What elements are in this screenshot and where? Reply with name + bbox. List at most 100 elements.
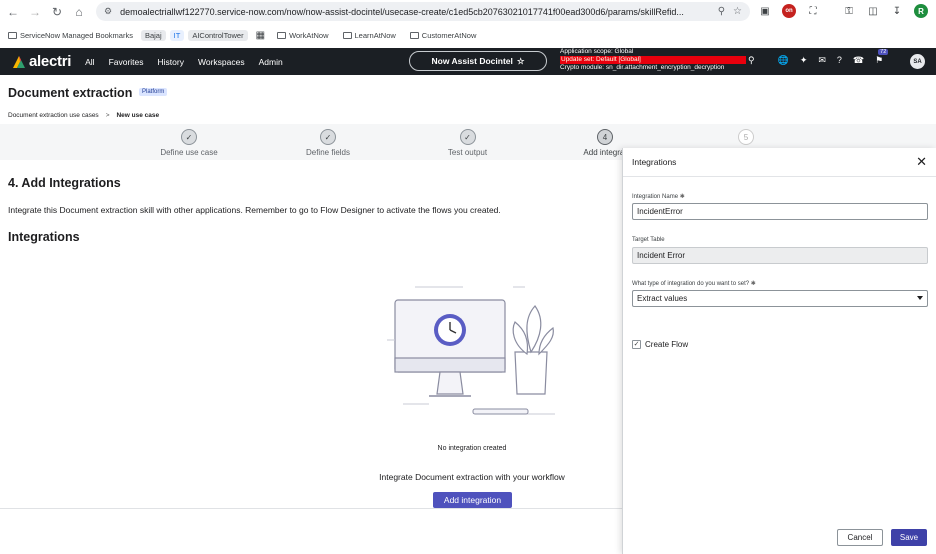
section-title: 4. Add Integrations [8, 176, 121, 190]
panel-title: Integrations [632, 157, 677, 167]
bookmark-customeratnow[interactable]: CustomerAtNow [409, 31, 476, 40]
integrations-panel: Integrations ✕ Integration Name ✱ Target… [622, 148, 936, 554]
main-menu: All Favorites History Workspaces Admin [85, 57, 283, 67]
caret-down-icon [917, 296, 923, 300]
divider [0, 508, 623, 509]
integration-name-input[interactable] [632, 203, 928, 220]
apps-grid-icon[interactable]: ▦ [256, 30, 265, 41]
url-text: demoalectriallwf122770.service-now.com/n… [120, 6, 684, 17]
notification-badge: 72 [878, 49, 889, 55]
menu-history[interactable]: History [158, 57, 184, 67]
notifications-icon[interactable]: ⚑ 72 [875, 49, 889, 66]
logo[interactable]: alectri [12, 53, 71, 70]
target-table-field: Incident Error [632, 247, 928, 264]
recording-icon[interactable]: on [782, 4, 796, 18]
downloads-icon[interactable]: ↧ [890, 4, 904, 18]
reload-icon[interactable]: ↻ [46, 1, 68, 23]
required-icon: ✱ [750, 281, 756, 287]
required-icon: ✱ [679, 194, 685, 200]
menu-all[interactable]: All [85, 57, 94, 67]
step-label: Define use case [160, 148, 218, 157]
browser-toolbar: ← → ↻ ⌂ ⚙ demoalectriallwf122770.service… [0, 0, 936, 24]
step-complete-icon: ✓ [181, 129, 197, 145]
panel-header: Integrations ✕ [623, 148, 936, 177]
integration-type-select[interactable]: Extract values [632, 290, 928, 307]
logo-text: alectri [29, 53, 72, 70]
crypto-module-text: Crypto module: sn_dir.attachment_encrypt… [560, 64, 725, 71]
label-text: Integration Name [632, 194, 679, 200]
bookmark-it[interactable]: IT [169, 30, 185, 41]
panel-footer: Cancel Save [623, 518, 936, 554]
globe-icon[interactable]: 🌐 [778, 55, 789, 66]
menu-favorites[interactable]: Favorites [109, 57, 144, 67]
menu-admin[interactable]: Admin [259, 57, 283, 67]
bookmark-star-icon[interactable]: ☆ [733, 6, 742, 17]
app-scope-text: Application scope: Global [560, 48, 634, 55]
folder-icon [342, 32, 352, 39]
bookmark-learnatnow[interactable]: LearnAtNow [342, 31, 396, 40]
step-complete-icon: ✓ [459, 129, 476, 145]
step-define-use-case[interactable]: ✓ Define use case [158, 129, 220, 157]
integrations-heading: Integrations [8, 230, 80, 244]
integration-name-label: Integration Name ✱ [632, 193, 685, 200]
step-define-fields[interactable]: ✓ Define fields [303, 129, 353, 157]
address-bar[interactable]: ⚙ demoalectriallwf122770.service-now.com… [96, 2, 750, 21]
platform-badge: Platform [139, 88, 168, 96]
step-five[interactable]: 5 [738, 129, 754, 145]
cancel-button[interactable]: Cancel [837, 529, 883, 546]
folder-icon [277, 32, 287, 39]
back-icon[interactable]: ← [2, 1, 24, 23]
profile-avatar[interactable]: R [914, 4, 928, 18]
side-panel-icon[interactable]: ◫ [866, 4, 880, 18]
bookmarks-bar: ServiceNow Managed Bookmarks Bajaj IT AI… [0, 27, 936, 44]
add-integration-button[interactable]: Add integration [433, 492, 512, 508]
chat-icon[interactable]: ✉ [818, 55, 826, 66]
breadcrumb-link[interactable]: Document extraction use cases [8, 112, 99, 119]
screen-capture-icon[interactable]: ▣ [758, 4, 772, 18]
empty-state-cta: Integrate Document extraction with your … [379, 472, 565, 482]
section-description: Integrate this Document extraction skill… [8, 205, 501, 215]
create-flow-checkbox[interactable]: ✓ [632, 340, 641, 349]
logo-mark-icon [13, 55, 25, 68]
breadcrumb-separator-icon: > [105, 112, 110, 119]
folder-icon [8, 32, 17, 39]
close-icon[interactable]: ✕ [916, 155, 927, 168]
site-info-icon[interactable]: ⚙ [104, 6, 112, 17]
step-number-icon: 4 [597, 129, 613, 145]
select-value: Extract values [637, 294, 688, 303]
forward-icon[interactable]: → [24, 1, 46, 23]
help-icon[interactable]: ? [837, 55, 842, 66]
folder-icon [409, 32, 419, 39]
extensions-icon[interactable]: ⛶ [806, 4, 820, 18]
bookmark-aicontroltower[interactable]: AIControlTower [188, 30, 248, 41]
bookmark-workatnow[interactable]: WorkAtNow [277, 31, 329, 40]
breadcrumb-current: New use case [116, 112, 160, 119]
scope-info[interactable]: Application scope: Global Update set: De… [560, 48, 746, 72]
search-icon[interactable]: ⚲ [718, 6, 725, 17]
menu-workspaces[interactable]: Workspaces [198, 57, 245, 67]
extension-bar: ▣ on ⛶ ⚿ ◫ ↧ R ⋮ [758, 4, 936, 18]
page-title: Document extraction [8, 86, 133, 100]
step-label: Add integrat [583, 148, 627, 157]
app-header: alectri All Favorites History Workspaces… [0, 48, 936, 75]
create-flow-label: Create Flow [645, 340, 689, 349]
pin-icon[interactable]: ✦ [800, 55, 808, 66]
key-icon[interactable]: ⚿ [842, 4, 856, 18]
app-context-pill[interactable]: Now Assist Docintel ☆ [409, 51, 547, 71]
app-context-label: Now Assist Docintel [431, 56, 513, 66]
target-table-label: Target Table [632, 237, 665, 243]
save-button[interactable]: Save [891, 529, 927, 546]
label-text: What type of integration do you want to … [632, 281, 750, 287]
empty-state-text: No integration created [437, 445, 507, 452]
phone-icon[interactable]: ☎ [853, 55, 864, 66]
star-icon[interactable]: ☆ [517, 56, 525, 67]
step-test-output[interactable]: ✓ Test output [445, 129, 490, 157]
empty-state-illustration [387, 286, 555, 415]
header-icons: ⚲ 🌐 ✦ ✉ ? ☎ ⚑ 72 [748, 49, 889, 66]
bookmark-bajaj[interactable]: Bajaj [140, 30, 166, 41]
bookmark-managed[interactable]: ServiceNow Managed Bookmarks [8, 31, 133, 40]
update-set-text: Update set: Default [Global] [560, 56, 746, 64]
search-icon[interactable]: ⚲ [748, 55, 755, 66]
user-avatar[interactable]: SA [910, 54, 925, 69]
home-icon[interactable]: ⌂ [68, 1, 90, 23]
